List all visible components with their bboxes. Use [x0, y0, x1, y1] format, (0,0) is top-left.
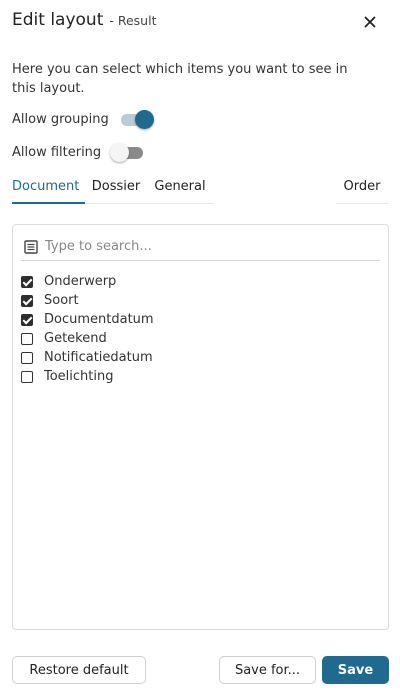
search-bar [21, 233, 380, 261]
edit-layout-panel: Edit layout - Result Here you can select… [0, 0, 400, 696]
tab-dossier[interactable]: Dossier [85, 176, 147, 204]
panel-header: Edit layout - Result [12, 10, 388, 36]
checkbox-unchecked[interactable] [21, 370, 33, 383]
allow-filtering-toggle[interactable] [110, 143, 145, 162]
save-button[interactable]: Save [322, 656, 389, 684]
list-item[interactable]: Documentdatum [21, 310, 380, 329]
list-item[interactable]: Toelichting [21, 367, 380, 386]
list-item[interactable]: Getekend [21, 329, 380, 348]
toggle-knob [110, 143, 130, 162]
list-item[interactable]: Notificatiedatum [21, 348, 380, 367]
close-icon[interactable] [360, 12, 380, 32]
allow-grouping-label: Allow grouping [12, 111, 109, 127]
list-item-label: Soort [44, 293, 79, 308]
checkbox-checked[interactable] [21, 275, 33, 288]
field-list-box: Onderwerp Soort Documentdatum Getekend N… [12, 224, 389, 630]
save-for-button[interactable]: Save for... [219, 656, 316, 684]
toggle-knob [134, 110, 154, 129]
panel-subtitle: - Result [109, 13, 157, 28]
allow-filtering-row: Allow filtering [12, 141, 145, 163]
allow-grouping-row: Allow grouping [12, 108, 154, 130]
list-item-label: Notificatiedatum [44, 350, 153, 365]
list-item[interactable]: Soort [21, 291, 380, 310]
list-icon [23, 239, 39, 255]
list-item[interactable]: Onderwerp [21, 272, 380, 291]
search-input[interactable] [45, 239, 345, 254]
checkbox-checked[interactable] [21, 294, 33, 307]
allow-filtering-label: Allow filtering [12, 144, 102, 160]
checkbox-unchecked[interactable] [21, 332, 33, 345]
panel-title: Edit layout [12, 10, 104, 30]
tab-general[interactable]: General [147, 176, 213, 204]
layout-description: Here you can select which items you want… [12, 62, 348, 96]
field-tabs: Document Dossier General Order [12, 176, 388, 204]
list-item-label: Onderwerp [44, 274, 117, 289]
checkbox-unchecked[interactable] [21, 351, 33, 364]
tab-document[interactable]: Document [12, 176, 85, 204]
field-list: Onderwerp Soort Documentdatum Getekend N… [21, 272, 380, 386]
list-item-label: Toelichting [44, 369, 114, 384]
list-item-label: Documentdatum [44, 312, 154, 327]
allow-grouping-toggle[interactable] [119, 110, 154, 129]
list-item-label: Getekend [44, 331, 107, 346]
tab-order[interactable]: Order [336, 176, 388, 204]
restore-default-button[interactable]: Restore default [12, 656, 146, 684]
checkbox-checked[interactable] [21, 313, 33, 326]
